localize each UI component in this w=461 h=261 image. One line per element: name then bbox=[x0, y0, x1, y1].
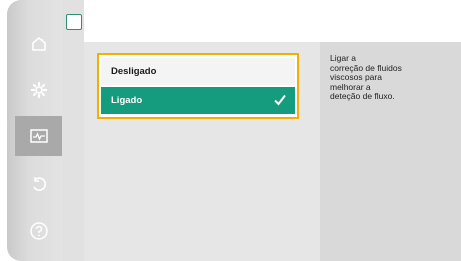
content-header bbox=[84, 0, 461, 42]
menu-divider bbox=[62, 0, 84, 261]
checkmark-icon bbox=[273, 93, 287, 110]
sidebar-item-restore[interactable] bbox=[15, 164, 62, 204]
sidebar-item-home[interactable] bbox=[15, 24, 62, 64]
option-label: Desligado bbox=[111, 66, 157, 77]
help-text: Ligar a correção de fluidos viscosos par… bbox=[330, 53, 450, 102]
undo-icon bbox=[30, 175, 48, 193]
help-line: deteção de fluxo. bbox=[330, 91, 395, 101]
sidebar-item-settings[interactable] bbox=[15, 70, 62, 110]
option-list: Desligado Ligado bbox=[97, 53, 299, 119]
option-ligado[interactable]: Ligado bbox=[101, 87, 295, 114]
home-icon bbox=[30, 35, 48, 53]
option-label: Ligado bbox=[111, 95, 143, 106]
option-desligado[interactable]: Desligado bbox=[101, 58, 295, 85]
monitor-tab-icon bbox=[66, 14, 82, 30]
gear-icon bbox=[30, 81, 48, 99]
sidebar-item-diagnostics[interactable] bbox=[15, 116, 62, 156]
question-icon bbox=[29, 221, 49, 241]
sidebar bbox=[0, 0, 62, 261]
sidebar-item-help[interactable] bbox=[15, 211, 62, 251]
monitor-graph-icon bbox=[29, 127, 49, 145]
